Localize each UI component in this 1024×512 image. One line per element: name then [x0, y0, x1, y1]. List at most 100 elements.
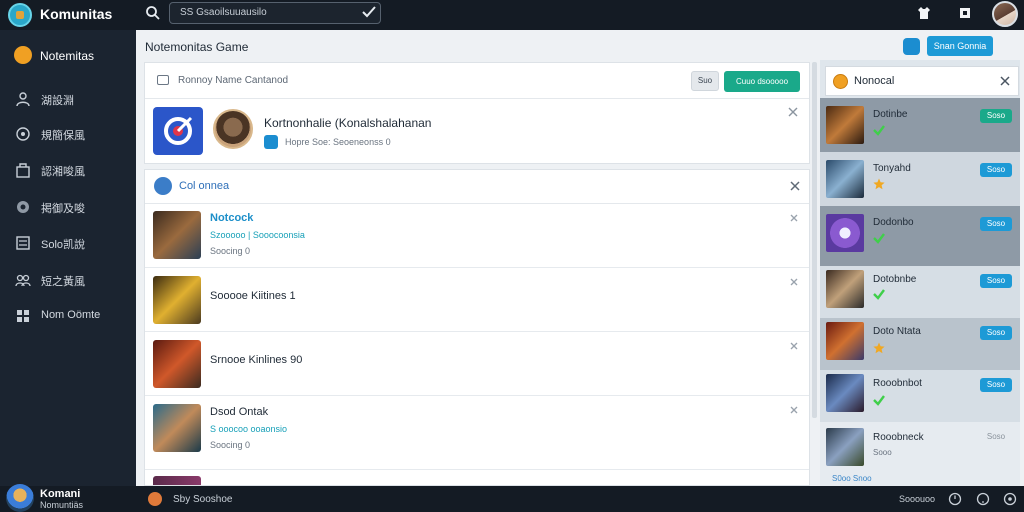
- list-item[interactable]: Dotinbe Soso: [820, 98, 1020, 152]
- item-title[interactable]: Srnooe Kinlines 90: [210, 354, 302, 366]
- sidebar-item-7[interactable]: Nom Oömte: [0, 303, 136, 329]
- item-title: Dodonbo: [873, 217, 914, 228]
- game-thumbnail: [153, 340, 201, 388]
- item-title: Tonyahd: [873, 163, 911, 174]
- footer-text: Sooouoo: [899, 494, 936, 504]
- sidebar-item-4[interactable]: 掲御及唆: [0, 194, 136, 220]
- close-icon[interactable]: [790, 406, 798, 414]
- user-avatar[interactable]: [992, 1, 1018, 27]
- game-thumbnail: [826, 106, 864, 144]
- sidebar-item-label: Solo凯說: [41, 239, 86, 251]
- status-badge[interactable]: Soso: [980, 274, 1012, 288]
- profile-subtitle: Hopre Soe: Seoeneonss 0: [285, 137, 391, 147]
- status-badge[interactable]: Soso: [980, 109, 1012, 123]
- panel-header: Col onnea: [179, 180, 230, 192]
- info-button[interactable]: [903, 38, 920, 55]
- confirm-button[interactable]: Cuuo dsooooo: [724, 71, 800, 92]
- game-thumbnail: [153, 476, 201, 485]
- sidebar-item-label: 認湘唆風: [41, 166, 85, 178]
- help-icon[interactable]: [976, 492, 990, 506]
- clock-icon[interactable]: [948, 492, 962, 506]
- sidebar-item-3[interactable]: 認湘唆風: [0, 157, 136, 183]
- status-text: Sby Sooshoe: [173, 494, 233, 505]
- sidebar-item-2[interactable]: 規簡保風: [0, 121, 136, 147]
- bag-icon: [16, 163, 30, 178]
- user-avatar[interactable]: [6, 484, 34, 512]
- app-logo-icon[interactable]: [8, 3, 32, 27]
- user-name: Komani: [40, 488, 81, 500]
- settings-icon[interactable]: [1003, 492, 1017, 506]
- profile-name: Kortnonhalie (Konalshalahanan: [264, 116, 432, 130]
- target-icon: [164, 116, 193, 145]
- list-icon: [16, 236, 30, 250]
- close-icon[interactable]: [1000, 76, 1010, 86]
- right-panel: Nonocal Dotinbe Soso Tonyahd Soso Dodonb…: [820, 60, 1020, 486]
- sidebar-item-label: 掲御及唆: [41, 203, 85, 215]
- sidebar-header[interactable]: Notemitas: [0, 38, 136, 72]
- card-prompt: Ronnoy Name Cantanod: [178, 75, 289, 86]
- item-title[interactable]: Notcock: [210, 212, 253, 224]
- list-item[interactable]: Notcock Szooooo | Sooocoonsia Soocing 0: [145, 204, 809, 268]
- right-panel-header: Nonocal: [825, 66, 1019, 96]
- close-icon[interactable]: [790, 214, 798, 222]
- game-logo[interactable]: [153, 107, 203, 155]
- sidebar-item-1[interactable]: 湖設淵: [0, 86, 136, 112]
- check-icon[interactable]: [362, 6, 376, 18]
- list-item[interactable]: Dsod Ontak S ooocoo ooaonsio Soocing 0: [145, 396, 809, 470]
- close-icon[interactable]: [790, 278, 798, 286]
- item-meta: Szooooo | Sooocoonsia: [210, 230, 305, 240]
- action-button[interactable]: Snan Gonnia: [927, 36, 993, 56]
- see-more-link[interactable]: S0oo Snoo: [832, 474, 872, 483]
- list-item[interactable]: [145, 470, 809, 485]
- check-icon: [873, 395, 885, 406]
- scrollbar[interactable]: [812, 62, 817, 418]
- list-item[interactable]: Rooobnbot Soso: [820, 370, 1020, 422]
- close-icon[interactable]: [790, 181, 800, 191]
- game-thumbnail: [826, 214, 864, 252]
- right-panel-title: Nonocal: [854, 75, 895, 87]
- page-title: Notemonitas Game: [145, 40, 249, 54]
- status-badge[interactable]: Soso: [980, 378, 1012, 392]
- settings-icon: [16, 127, 30, 141]
- item-title: Dotobnbe: [873, 274, 917, 285]
- small-button[interactable]: Suo: [691, 71, 719, 91]
- sidebar-item-5[interactable]: Solo凯說: [0, 230, 136, 256]
- notification-icon[interactable]: [958, 6, 972, 20]
- badge-icon: [264, 135, 278, 149]
- status-badge[interactable]: Soso: [980, 326, 1012, 340]
- chat-icon: [17, 201, 29, 213]
- list-item[interactable]: Sooooe Kiitines 1: [145, 268, 809, 332]
- item-title[interactable]: Dsod Ontak: [210, 406, 268, 418]
- search-icon[interactable]: [145, 5, 161, 21]
- sidebar: Notemitas 湖設淵 規簡保風 認湘唆風 掲御及唆 Solo凯說 短之黃風…: [0, 30, 136, 486]
- item-meta: Sooo: [873, 448, 892, 457]
- status-badge[interactable]: Soso: [980, 430, 1012, 444]
- sidebar-item-label: 短之黃風: [41, 276, 85, 288]
- sidebar-item-label: 規簡保風: [41, 130, 85, 142]
- game-thumbnail: [826, 322, 864, 360]
- sidebar-item-6[interactable]: 短之黃風: [0, 267, 136, 293]
- search-input[interactable]: SS Gsaoilsuuausilo: [169, 2, 381, 24]
- game-thumbnail: [826, 160, 864, 198]
- user-subtitle: Nomuntiäs: [40, 500, 84, 510]
- close-icon[interactable]: [790, 342, 798, 350]
- close-icon[interactable]: [788, 107, 798, 117]
- game-thumbnail: [153, 404, 201, 452]
- list-item[interactable]: Dotobnbe Soso: [820, 266, 1020, 318]
- group-icon: [15, 274, 31, 287]
- item-title[interactable]: Sooooe Kiitines 1: [210, 290, 296, 302]
- game-thumbnail: [826, 428, 864, 466]
- list-item[interactable]: Dodonbo Soso: [820, 206, 1020, 266]
- status-badge[interactable]: Soso: [980, 217, 1012, 231]
- star-icon: [873, 342, 885, 354]
- item-meta: Soocing 0: [210, 246, 251, 256]
- list-item[interactable]: Srnooe Kinlines 90: [145, 332, 809, 396]
- profile-avatar[interactable]: [213, 109, 253, 149]
- status-badge[interactable]: Soso: [980, 163, 1012, 177]
- list-item[interactable]: Doto Ntata Soso: [820, 318, 1020, 370]
- divider: [145, 98, 809, 99]
- app-title: Komunitas: [40, 6, 113, 22]
- check-icon: [873, 125, 885, 136]
- shirt-icon[interactable]: [917, 6, 931, 20]
- list-item[interactable]: Tonyahd Soso: [820, 152, 1020, 206]
